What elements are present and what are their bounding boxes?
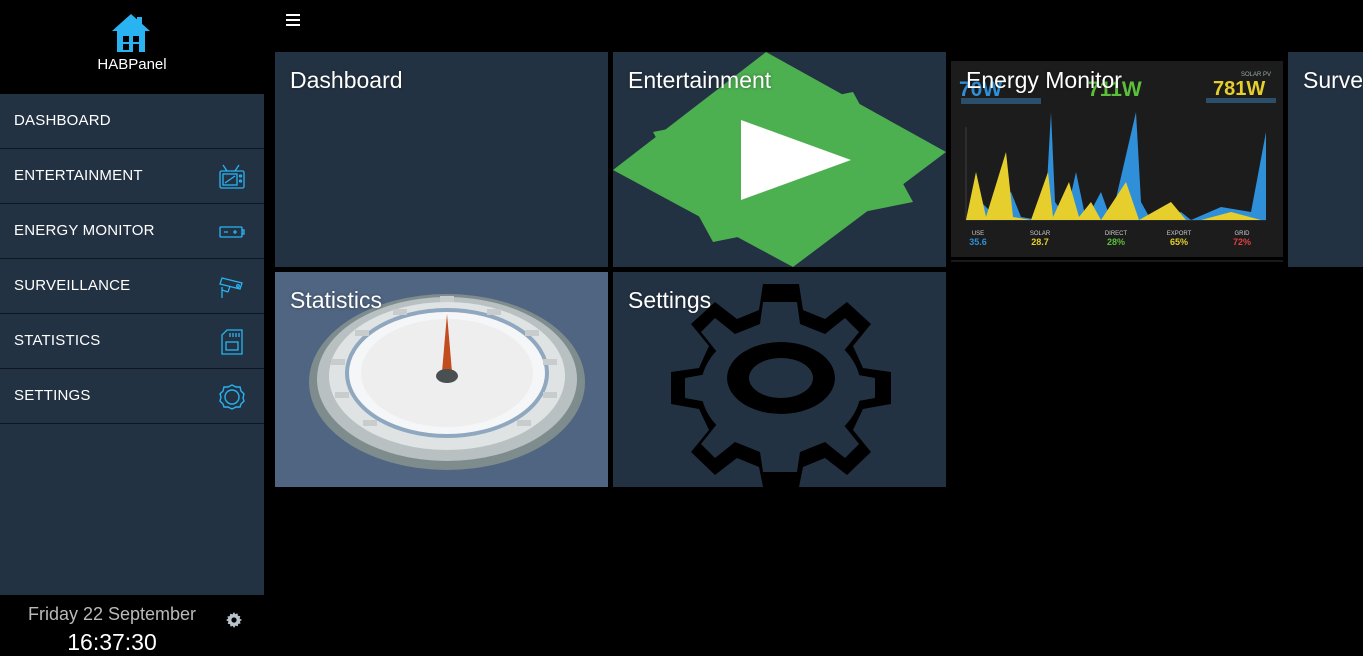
sidebar-item-label: ENERGY MONITOR xyxy=(14,222,155,239)
clock-date: Friday 22 September xyxy=(27,604,197,624)
stat-export: EXPORT 65% xyxy=(1154,231,1204,247)
tile-dashboard[interactable]: Dashboard xyxy=(275,52,608,267)
tile-title: Entertainment xyxy=(628,67,772,93)
tile-title: Dashboard xyxy=(290,67,403,93)
stat-solar: SOLAR 28.7 xyxy=(1015,231,1065,247)
tile-settings[interactable]: Settings xyxy=(613,272,946,487)
stat-value: 65% xyxy=(1169,237,1188,247)
sidebar-item-label: ENTERTAINMENT xyxy=(14,167,143,184)
sidebar-item-label: SURVEILLANCE xyxy=(14,277,131,294)
stat-value: 28% xyxy=(1106,237,1125,247)
camera-icon xyxy=(219,277,243,298)
sidebar-item-entertainment[interactable]: ENTERTAINMENT xyxy=(0,149,264,204)
tile-title: Settings xyxy=(628,287,712,313)
stat-grid: GRID 72% xyxy=(1217,231,1267,247)
tile-statistics[interactable]: Statistics xyxy=(275,272,608,487)
sidebar-item-surveillance[interactable]: SURVEILLANCE xyxy=(0,259,264,314)
stat-value: 72% xyxy=(1232,237,1251,247)
tile-title: Energy Monitor xyxy=(966,67,1122,93)
side-menu: DASHBOARD ENTERTAINMENT ENERGY MONITOR S… xyxy=(0,94,264,595)
stat-direct: DIRECT 28% xyxy=(1091,231,1141,247)
tile-title: Surve xyxy=(1303,67,1363,93)
gear-icon xyxy=(219,384,245,410)
sidebar-item-label: SETTINGS xyxy=(14,387,91,404)
settings-gear-icon[interactable] xyxy=(226,612,242,628)
menu-toggle-icon[interactable] xyxy=(286,14,300,26)
tile-entertainment[interactable]: Entertainment xyxy=(613,52,946,267)
tile-energy-monitor[interactable]: 70W 711W SOLAR PV 781W USE 35.6 SOLAR 28… xyxy=(951,52,1283,267)
tv-icon xyxy=(219,164,245,189)
sidebar: HABPanel DASHBOARD ENTERTAINMENT ENERGY … xyxy=(0,0,264,656)
solar-pv-value: 781W xyxy=(1213,78,1266,100)
app-title: HABPanel xyxy=(97,56,167,73)
clock-time: 16:37:30 xyxy=(67,629,157,655)
sidebar-item-settings[interactable]: SETTINGS xyxy=(0,369,264,424)
sidebar-item-label: STATISTICS xyxy=(14,332,101,349)
sidebar-item-label: DASHBOARD xyxy=(14,112,111,129)
house-icon xyxy=(112,14,150,52)
tile-surveillance[interactable]: Surve xyxy=(1288,52,1363,267)
battery-icon xyxy=(219,226,245,238)
stat-value: 28.7 xyxy=(1031,237,1049,247)
stat-use: USE 35.6 xyxy=(953,231,1003,247)
sd-card-icon xyxy=(221,329,243,355)
brand[interactable]: HABPanel xyxy=(0,0,264,94)
sidebar-item-energy-monitor[interactable]: ENERGY MONITOR xyxy=(0,204,264,259)
tile-title: Statistics xyxy=(290,287,383,313)
clock-widget: Friday 22 September 16:37:30 xyxy=(0,596,264,656)
sidebar-item-dashboard[interactable]: DASHBOARD xyxy=(0,94,264,149)
sidebar-item-statistics[interactable]: STATISTICS xyxy=(0,314,264,369)
stat-value: 35.6 xyxy=(969,237,987,247)
